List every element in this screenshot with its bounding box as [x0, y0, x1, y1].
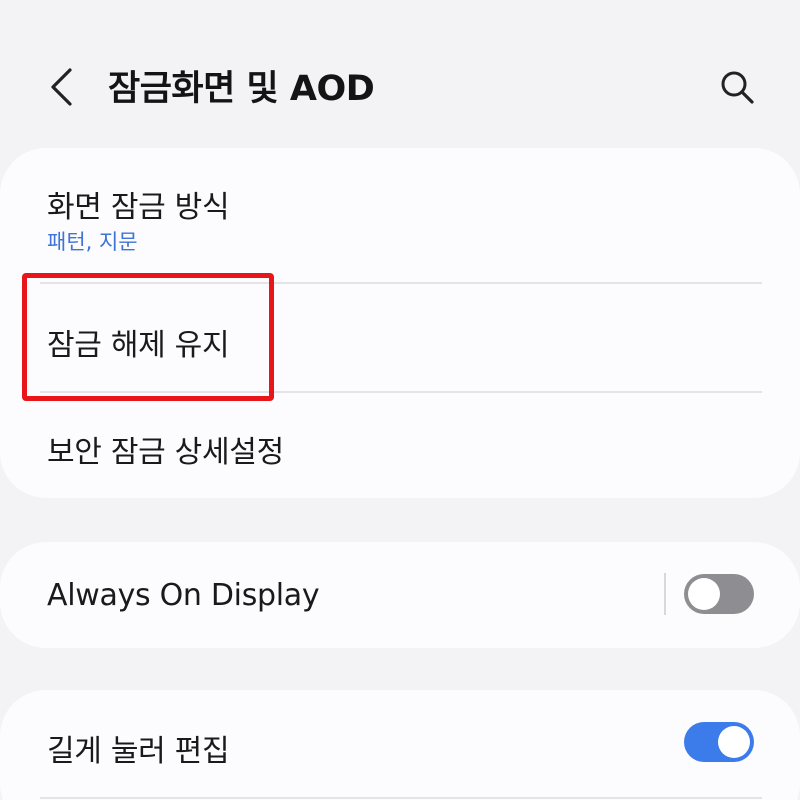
advanced-security-lock-label: 보안 잠금 상세설정 — [47, 435, 284, 470]
lock-screen-aod-settings: 잠금화면 및 AOD 화면 잠금 방식 패턴, 지문 잠금 해제 유지 보안 잠… — [0, 0, 800, 800]
extend-unlock-item[interactable]: 잠금 해제 유지 — [0, 284, 800, 392]
long-press-edit-label: 길게 눌러 편집 — [47, 734, 230, 769]
vertical-separator — [664, 573, 666, 615]
screen-lock-type-item[interactable]: 화면 잠금 방식 패턴, 지문 — [0, 160, 800, 278]
aod-item[interactable]: Always On Display — [0, 542, 650, 648]
long-press-edit-toggle[interactable] — [684, 722, 754, 762]
screen-lock-type-label: 화면 잠금 방식 — [47, 190, 230, 225]
extend-unlock-label: 잠금 해제 유지 — [47, 328, 230, 363]
aod-label: Always On Display — [47, 578, 320, 613]
page-title: 잠금화면 및 AOD — [108, 69, 375, 109]
search-icon — [721, 71, 754, 104]
toggle-knob — [718, 726, 750, 758]
screen-lock-type-value: 패턴, 지문 — [47, 230, 138, 254]
aod-toggle[interactable] — [684, 574, 754, 614]
advanced-security-lock-item[interactable]: 보안 잠금 상세설정 — [0, 393, 800, 498]
chevron-left-icon — [51, 68, 72, 106]
toggle-knob — [688, 578, 720, 610]
back-button[interactable] — [36, 62, 86, 112]
divider — [40, 797, 762, 799]
app-bar: 잠금화면 및 AOD — [0, 0, 800, 150]
search-button[interactable] — [712, 62, 762, 112]
long-press-edit-item[interactable]: 길게 눌러 편집 — [0, 692, 800, 796]
